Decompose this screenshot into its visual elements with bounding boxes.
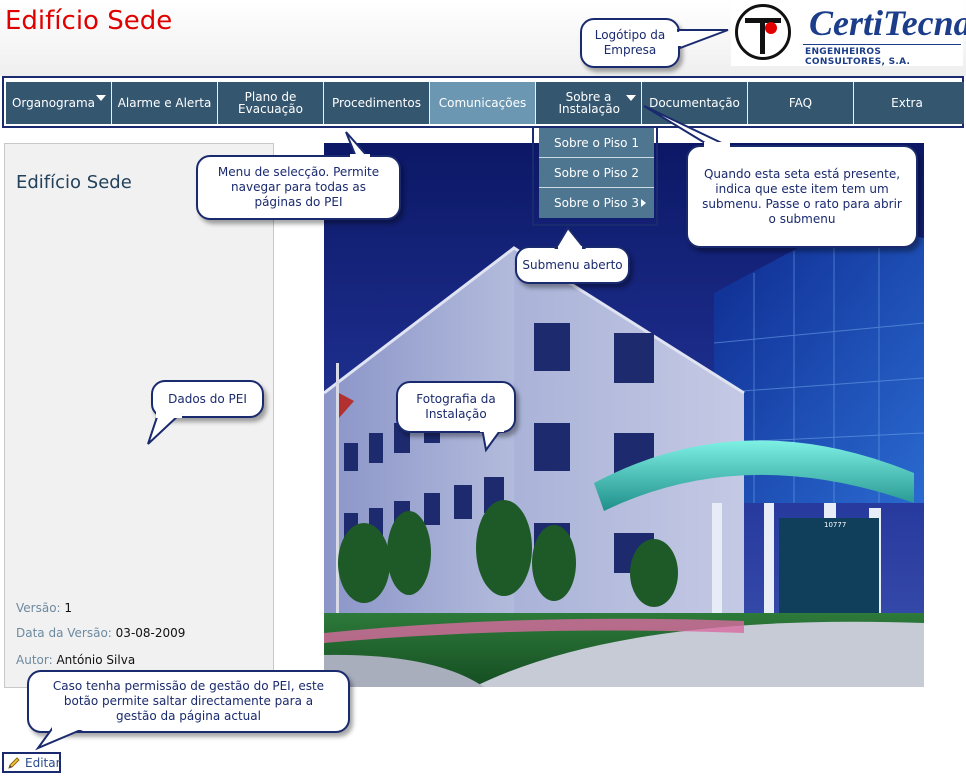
author-row: Autor: António Silva: [16, 653, 135, 667]
pencil-icon: [7, 756, 21, 770]
version-label: Versão:: [16, 601, 61, 615]
version-row: Versão: 1: [16, 601, 72, 615]
edit-button[interactable]: Editar: [2, 752, 61, 773]
main-menu: Organograma Alarme e Alerta Plano de Eva…: [6, 82, 964, 124]
nav-item-label: Procedimentos: [332, 96, 421, 110]
nav-item-label: Sobre a Instalação: [558, 90, 620, 116]
callout-logo: Logótipo da Empresa: [580, 18, 680, 68]
nav-item-label: Extra: [891, 96, 923, 110]
callout-logo-pointer: [672, 29, 729, 50]
version-value: 1: [64, 601, 73, 615]
author-value: António Silva: [56, 653, 136, 667]
callout-menu-pointer: [345, 131, 371, 160]
logo-subtitle: ENGENHEIROS CONSULTORES, S.A.: [805, 47, 911, 67]
version-date-value: 03-08-2009: [115, 626, 186, 640]
page-title: Edifício Sede: [5, 6, 173, 36]
nav-item-alarme-alerta[interactable]: Alarme e Alerta: [112, 82, 218, 124]
submenu-arrow-icon: [96, 95, 106, 101]
nav-item-label: Plano de Evacuação: [238, 90, 303, 116]
nav-item-label: Organograma: [11, 96, 96, 110]
logo-name: CertiTecna: [809, 3, 966, 43]
submenu-item-label: Sobre o Piso 1: [554, 135, 639, 150]
nav-item-label: Comunicações: [438, 96, 527, 110]
nav-item-label: FAQ: [788, 96, 813, 110]
author-label: Autor:: [16, 653, 53, 667]
callout-arrow-pointer: [643, 105, 730, 152]
nav-item-organograma[interactable]: Organograma: [6, 82, 112, 124]
edit-button-label: Editar: [25, 755, 61, 770]
panel-title: Edifício Sede: [16, 172, 132, 193]
nav-item-procedimentos[interactable]: Procedimentos: [324, 82, 430, 124]
submenu-item-label: Sobre o Piso 3: [554, 196, 639, 210]
submenu-sobre-instalacao: Sobre o Piso 1 Sobre o Piso 2 Sobre o Pi…: [539, 128, 654, 218]
callout-submenu-pointer: [554, 226, 587, 252]
submenu-arrow-icon: [626, 95, 636, 101]
building-number: 10777: [824, 521, 846, 529]
submenu-item-label: Sobre o Piso 2: [554, 165, 639, 180]
company-logo[interactable]: CertiTecna ENGENHEIROS CONSULTORES, S.A.: [731, 2, 966, 67]
nav-item-label: Alarme e Alerta: [117, 96, 212, 110]
submenu-item-piso-1[interactable]: Sobre o Piso 1: [539, 128, 654, 158]
nav-item-faq[interactable]: FAQ: [748, 82, 854, 124]
version-date-row: Data da Versão: 03-08-2009: [16, 626, 185, 640]
nav-item-comunicacoes[interactable]: Comunicações: [430, 82, 536, 124]
callout-submenu-arrow: Quando esta seta está presente, indica q…: [686, 145, 918, 248]
submenu-arrow-right-icon: [641, 199, 646, 207]
nav-item-plano-evacuacao[interactable]: Plano de Evacuação: [218, 82, 324, 124]
callout-edit-pointer: [35, 722, 92, 751]
version-date-label: Data da Versão:: [16, 626, 112, 640]
submenu-item-piso-2[interactable]: Sobre o Piso 2: [539, 158, 654, 188]
nav-item-extra[interactable]: Extra: [854, 82, 960, 124]
submenu-item-piso-3[interactable]: Sobre o Piso 3: [539, 188, 654, 218]
nav-item-sobre-instalacao[interactable]: Sobre a Instalação: [536, 82, 642, 124]
callout-photo-pointer: [480, 424, 504, 453]
callout-menu: Menu de selecção. Permite navegar para t…: [196, 155, 401, 220]
callout-data-pointer: [147, 410, 183, 445]
